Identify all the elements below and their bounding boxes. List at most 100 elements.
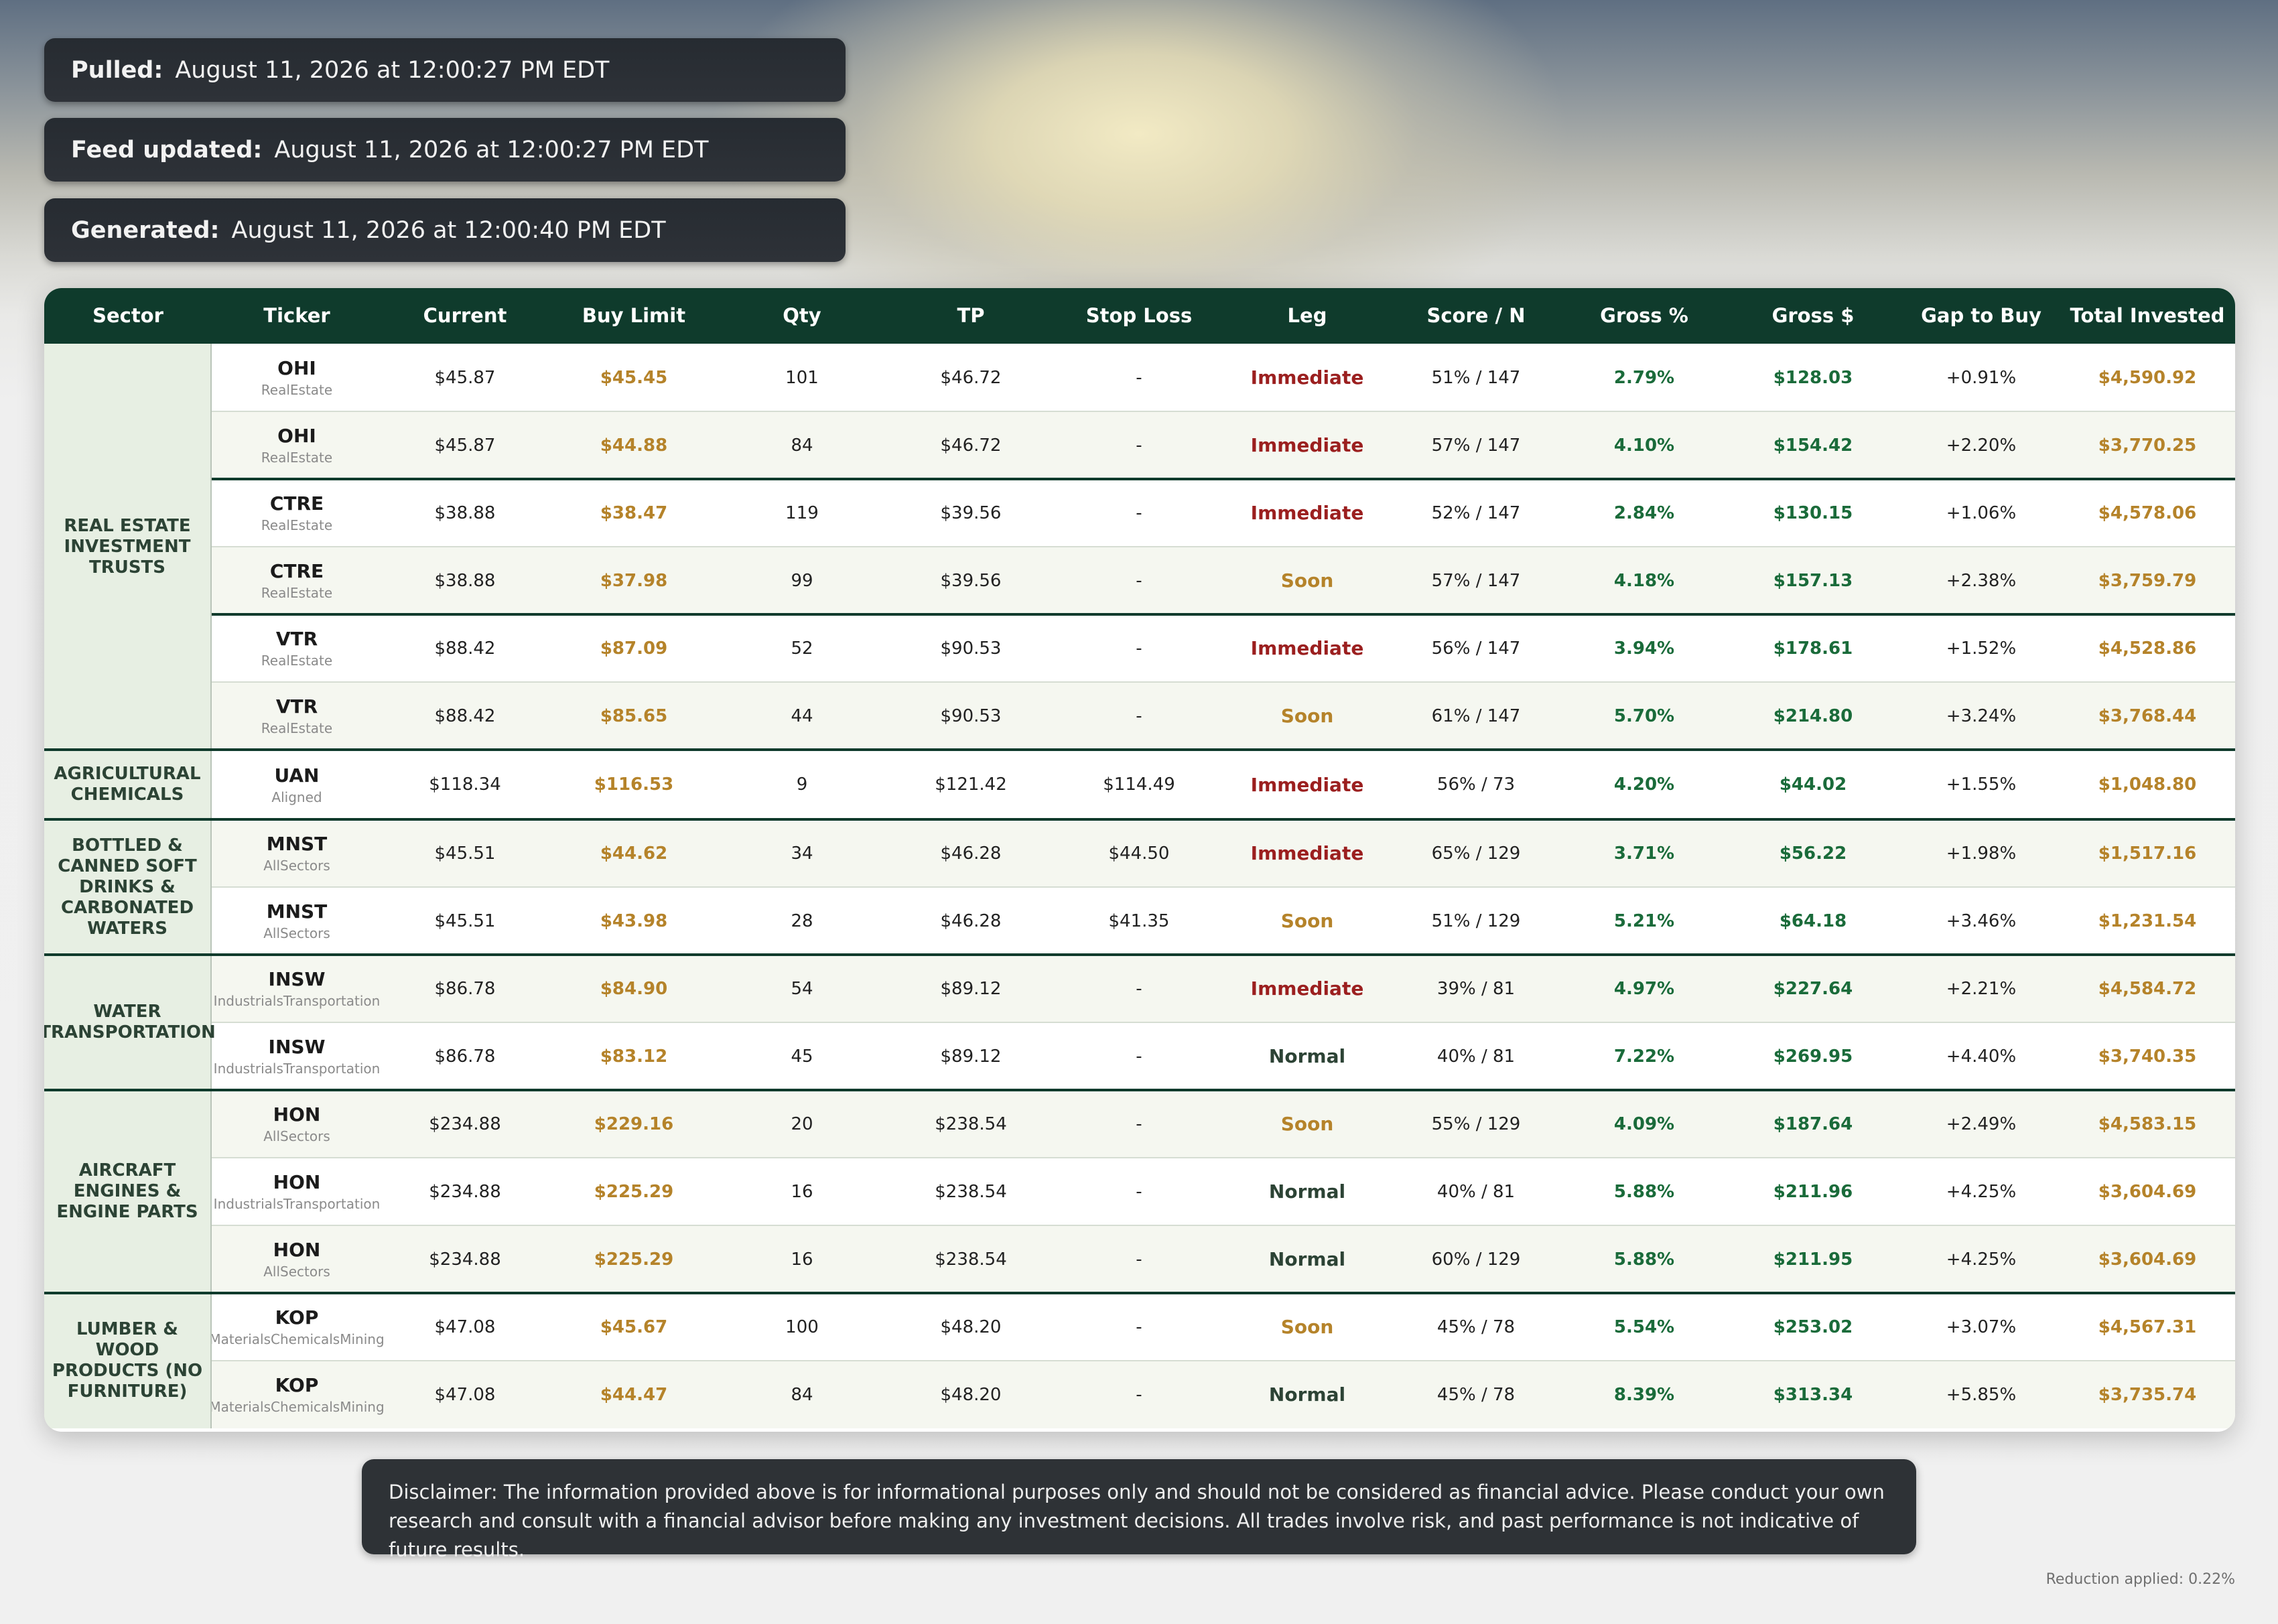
table-row: CTRE RealEstate $38.88 $38.47 119 $39.56 - Imme… (212, 479, 2235, 547)
gap-to-buy-value: +1.52% (1946, 638, 2017, 659)
gap-to-buy-cell: +4.25% (1897, 1158, 2066, 1225)
total-invested-cell: $4,583.15 (2066, 1090, 2229, 1158)
take-profit-cell: $121.42 (886, 750, 1055, 819)
timestamp-pulled: Pulled: August 11, 2026 at 12:00:27 PM E… (44, 38, 846, 102)
score-value: 51% / 129 (1431, 910, 1521, 931)
gap-to-buy-value: +2.21% (1946, 978, 2017, 999)
gross-dollars-cell: $154.42 (1729, 411, 1897, 479)
buy-limit-cell: $38.47 (549, 479, 718, 547)
current-price-cell: $118.34 (381, 750, 549, 819)
score-cell: 51% / 147 (1392, 344, 1560, 411)
current-price-cell: $234.88 (381, 1225, 549, 1293)
gross-dollars-cell: $187.64 (1729, 1090, 1897, 1158)
gap-to-buy-value: +1.98% (1946, 843, 2017, 864)
disclaimer: Disclaimer: The information provided abo… (362, 1459, 1916, 1561)
timestamp-feed-updated: Feed updated: August 11, 2026 at 12:00:2… (44, 118, 846, 182)
ticker-symbol: CTRE (269, 560, 324, 582)
sector-divider (44, 818, 2235, 821)
current-price-cell: $88.42 (381, 614, 549, 682)
quantity-value: 9 (796, 774, 808, 795)
gross-percent-cell: 7.22% (1560, 1022, 1729, 1090)
gap-to-buy-value: +3.07% (1946, 1316, 2017, 1337)
table-row: VTR RealEstate $88.42 $87.09 52 $90.53 - Immedi… (212, 614, 2235, 682)
current-price-value: $234.88 (429, 1249, 501, 1270)
stop-loss-value: $41.35 (1108, 910, 1170, 931)
leg-cell: Normal (1223, 1158, 1392, 1225)
current-price-value: $88.42 (434, 638, 496, 659)
stop-loss-cell: - (1055, 411, 1223, 479)
ticker-cell: HON AllSectors (212, 1090, 381, 1158)
leg-cell: Normal (1223, 1022, 1392, 1090)
ticker-symbol: CTRE (269, 492, 324, 515)
column-header-total-invested: Total Invested (2070, 304, 2225, 327)
current-price-cell: $47.08 (381, 1293, 549, 1361)
gross-percent-value: 4.18% (1613, 570, 1675, 591)
score-value: 51% / 147 (1431, 367, 1521, 388)
take-profit-cell: $238.54 (886, 1225, 1055, 1293)
stop-loss-value: $114.49 (1103, 774, 1175, 795)
ticker-symbol: KOP (275, 1374, 319, 1396)
gross-percent-value: 2.79% (1613, 367, 1675, 388)
ticker-cell: INSW IndustrialsTransportation (212, 1022, 381, 1090)
total-invested-value: $3,768.44 (2098, 705, 2197, 726)
sector-cell: WATER TRANSPORTATION (44, 955, 216, 1090)
ticker-symbol: VTR (275, 628, 318, 650)
gross-dollars-value: $178.61 (1773, 638, 1853, 659)
leg-cell: Immediate (1223, 479, 1392, 547)
total-invested-cell: $4,528.86 (2066, 614, 2229, 682)
timestamp-value: August 11, 2026 at 12:00:40 PM EDT (231, 216, 666, 244)
gross-dollars-cell: $269.95 (1729, 1022, 1897, 1090)
total-invested-cell: $3,740.35 (2066, 1022, 2229, 1090)
gross-dollars-value: $187.64 (1773, 1113, 1853, 1134)
total-invested-cell: $3,604.69 (2066, 1158, 2229, 1225)
quantity-cell: 99 (718, 547, 886, 614)
leg-cell: Immediate (1223, 955, 1392, 1022)
leg-value: Normal (1268, 1248, 1346, 1270)
quantity-value: 20 (791, 1113, 813, 1134)
stop-loss-value: - (1136, 638, 1142, 659)
column-header-stop-loss: Stop Loss (1085, 304, 1193, 327)
ticker-symbol: OHI (277, 425, 316, 447)
quantity-cell: 101 (718, 344, 886, 411)
ticker-symbol: VTR (275, 695, 318, 718)
total-invested-value: $3,740.35 (2098, 1046, 2197, 1067)
gap-to-buy-cell: +5.85% (1897, 1361, 2066, 1428)
stop-loss-value: - (1136, 1384, 1142, 1405)
buy-limit-value: $225.29 (594, 1181, 674, 1202)
ticker-source: AllSectors (263, 925, 330, 941)
current-price-value: $234.88 (429, 1181, 501, 1202)
gross-dollars-value: $44.02 (1779, 774, 1847, 795)
ticker-source: RealEstate (261, 517, 333, 533)
table-row: KOP MaterialsChemicalsMining $47.08 $45.67 1… (209, 1293, 2235, 1361)
row-divider (212, 1022, 2235, 1023)
score-value: 61% / 147 (1431, 705, 1521, 726)
sector-cell: AGRICULTURAL CHEMICALS (44, 750, 212, 819)
take-profit-value: $90.53 (940, 638, 1002, 659)
ticker-source: AllSectors (263, 1264, 330, 1280)
gross-dollars-value: $154.42 (1773, 435, 1853, 456)
score-cell: 45% / 78 (1392, 1293, 1560, 1361)
take-profit-cell: $39.56 (886, 547, 1055, 614)
score-cell: 40% / 81 (1392, 1022, 1560, 1090)
gross-percent-value: 5.88% (1613, 1181, 1675, 1202)
stop-loss-cell: $114.49 (1055, 750, 1223, 819)
gross-dollars-cell: $211.95 (1729, 1225, 1897, 1293)
ticker-cell: MNST AllSectors (212, 887, 381, 955)
current-price-cell: $45.51 (381, 887, 549, 955)
ticker-symbol: MNST (266, 833, 328, 855)
gross-dollars-value: $157.13 (1773, 570, 1853, 591)
gap-to-buy-value: +2.20% (1946, 435, 2017, 456)
gross-dollars-value: $214.80 (1773, 705, 1853, 726)
buy-limit-value: $45.67 (600, 1316, 668, 1337)
column-header-gross: Gross % (1600, 304, 1688, 327)
take-profit-value: $121.42 (935, 774, 1007, 795)
quantity-cell: 9 (718, 750, 886, 819)
current-price-value: $45.51 (434, 843, 496, 864)
gross-percent-value: 5.21% (1613, 910, 1675, 931)
gross-percent-cell: 5.88% (1560, 1158, 1729, 1225)
take-profit-value: $39.56 (940, 502, 1002, 523)
leg-cell: Normal (1223, 1225, 1392, 1293)
table-body: OHI RealEstate $45.87 $45.45 101 $46.72 - Immed… (44, 344, 2235, 1432)
ticker-cell: UAN Aligned (212, 750, 381, 819)
current-price-cell: $88.42 (381, 682, 549, 750)
